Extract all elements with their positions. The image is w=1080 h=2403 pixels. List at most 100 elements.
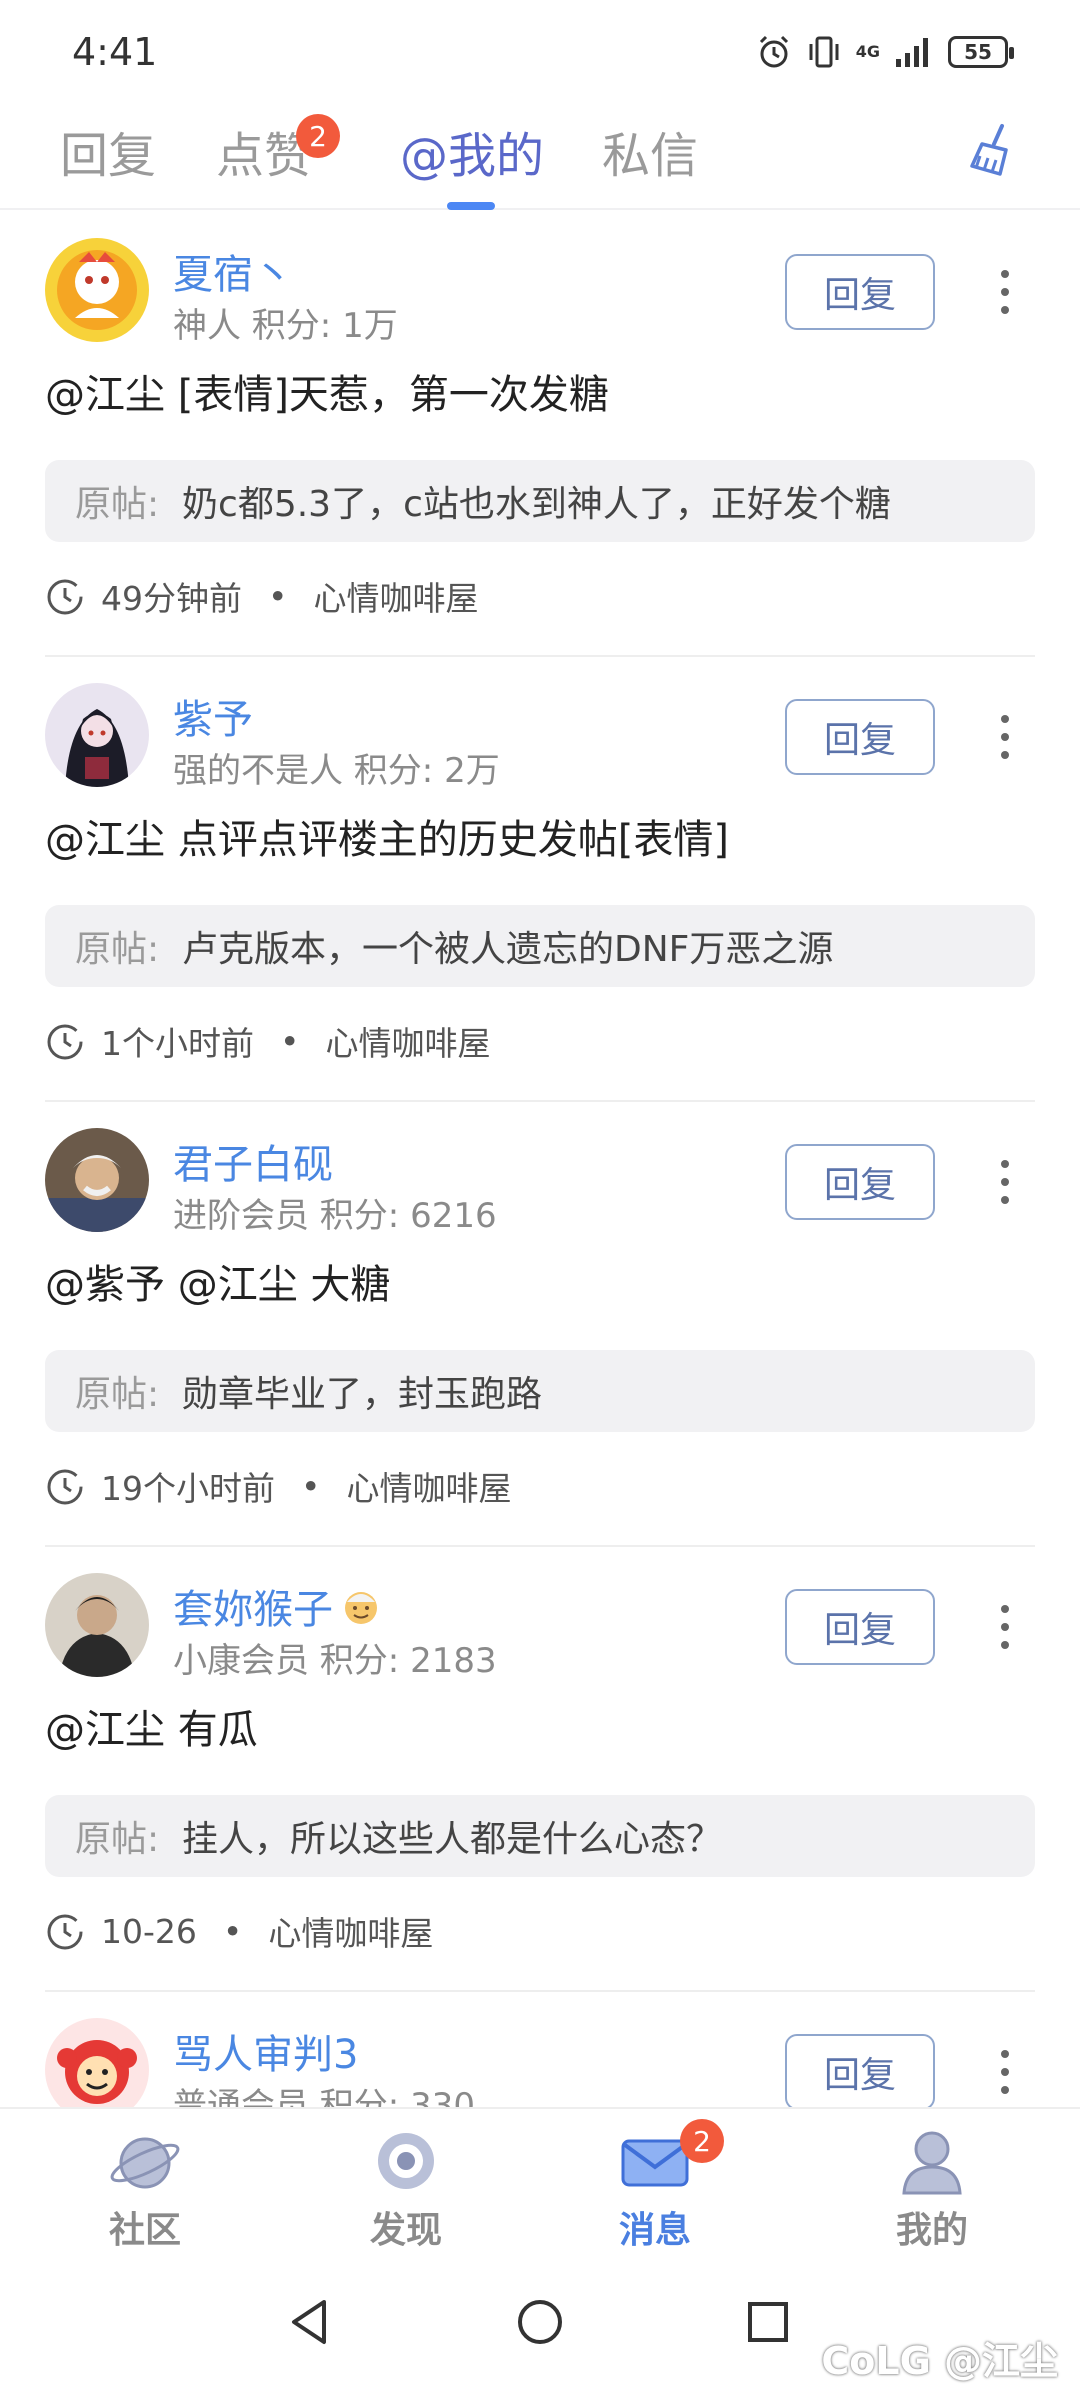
clock-icon <box>47 579 83 615</box>
more-options-icon[interactable] <box>985 254 1025 330</box>
list-item[interactable]: 君子白砚 进阶会员 积分: 6216 回复 @紫予 @江尘 大糖 原帖: 勋章毕… <box>45 1102 1035 1547</box>
nav-profile-label: 我的 <box>895 2210 968 2251</box>
battery-icon: 55 <box>948 36 1014 68</box>
status-icons: 4G 55 <box>756 30 1014 74</box>
user-level: 神人 积分: 1万 <box>173 306 398 346</box>
network-type-label: 4G <box>855 42 880 61</box>
nav-profile[interactable]: 我的 <box>862 2127 1002 2253</box>
avatar[interactable] <box>45 238 149 342</box>
nav-community-label: 社区 <box>108 2210 181 2251</box>
planet-icon <box>110 2137 180 2189</box>
original-post-label: 原帖: <box>75 929 160 970</box>
more-options-icon[interactable] <box>985 1144 1025 1220</box>
avatar[interactable] <box>45 2018 149 2107</box>
original-post-title: 卢克版本，一个被人遗忘的DNF万恶之源 <box>182 929 834 970</box>
clear-all-icon[interactable] <box>964 120 1024 180</box>
profile-icon <box>902 2131 962 2195</box>
original-post[interactable]: 原帖: 卢克版本，一个被人遗忘的DNF万恶之源 <box>45 905 1035 987</box>
original-post-label: 原帖: <box>75 1374 160 1415</box>
original-post[interactable]: 原帖: 奶c都5.3了，c站也水到神人了，正好发个糖 <box>45 460 1035 542</box>
messages-badge: 2 <box>680 2119 724 2163</box>
reply-button[interactable]: 回复 <box>785 254 935 330</box>
vibrate-icon <box>809 36 839 68</box>
user-level: 普通会员 积分: 330 <box>173 2086 475 2107</box>
separator-dot: • <box>222 1911 243 1951</box>
nav-discover-label: 发现 <box>369 2210 442 2251</box>
post-time: 19个小时前 <box>101 1469 275 1508</box>
active-tab-indicator <box>447 202 495 210</box>
watermark: CoLG @江尘 <box>821 2339 1058 2383</box>
avatar[interactable] <box>45 1573 149 1677</box>
username[interactable]: 君子白砚 <box>173 1132 333 1190</box>
username[interactable]: 套妳猴子 <box>173 1577 383 1635</box>
mention-content: @紫予 @江尘 大糖 <box>45 1262 391 1308</box>
separator-dot: • <box>268 576 288 616</box>
nav-community[interactable]: 社区 <box>75 2127 215 2253</box>
reply-button[interactable]: 回复 <box>785 1589 935 1665</box>
more-options-icon[interactable] <box>985 2034 1025 2107</box>
signal-icon <box>896 38 928 67</box>
separator-dot: • <box>280 1021 300 1061</box>
mention-content: @江尘 点评点评楼主的历史发帖[表情] <box>45 817 729 863</box>
recents-icon[interactable] <box>738 2292 798 2352</box>
mention-content: @江尘 有瓜 <box>45 1707 258 1753</box>
mention-list: 夏宿丶 神人 积分: 1万 回复 @江尘 [表情]天惹，第一次发糖 原帖: 奶c… <box>0 212 1080 2107</box>
forum-name[interactable]: 心情咖啡屋 <box>325 1017 490 1065</box>
avatar[interactable] <box>45 683 149 787</box>
clock-icon <box>47 1469 83 1505</box>
item-meta: 19个小时前 • 心情咖啡屋 <box>45 1462 511 1510</box>
list-item[interactable]: 夏宿丶 神人 积分: 1万 回复 @江尘 [表情]天惹，第一次发糖 原帖: 奶c… <box>45 212 1035 657</box>
user-badge-icon <box>345 1592 377 1624</box>
original-post-title: 挂人，所以这些人都是什么心态？ <box>182 1819 723 1860</box>
post-time: 49分钟前 <box>101 579 242 618</box>
original-post-label: 原帖: <box>75 1819 160 1860</box>
forum-name[interactable]: 心情咖啡屋 <box>313 572 478 620</box>
list-item[interactable]: 紫予 强的不是人 积分: 2万 回复 @江尘 点评点评楼主的历史发帖[表情] 原… <box>45 657 1035 1102</box>
list-item[interactable]: 套妳猴子 小康会员 积分: 2183 回复 @江尘 有瓜 原帖: 挂人，所以这些… <box>45 1547 1035 1992</box>
item-meta: 1个小时前 • 心情咖啡屋 <box>45 1017 490 1065</box>
clock-icon <box>47 1914 83 1950</box>
username[interactable]: 夏宿丶 <box>173 242 293 300</box>
forum-name[interactable]: 心情咖啡屋 <box>268 1907 433 1955</box>
clock-icon <box>47 1024 83 1060</box>
nav-discover[interactable]: 发现 <box>336 2127 476 2253</box>
username[interactable]: 骂人审判3 <box>173 2022 358 2080</box>
original-post-label: 原帖: <box>75 484 160 525</box>
reply-button[interactable]: 回复 <box>785 699 935 775</box>
nav-messages-label: 消息 <box>618 2210 691 2251</box>
status-bar: 4:41 4G 55 <box>0 0 1080 100</box>
discover-icon <box>378 2133 434 2189</box>
avatar[interactable] <box>45 1128 149 1232</box>
home-icon[interactable] <box>510 2292 570 2352</box>
reply-button[interactable]: 回复 <box>785 1144 935 1220</box>
bottom-navigation: 社区 发现 2 消息 我的 <box>0 2107 1080 2251</box>
more-options-icon[interactable] <box>985 1589 1025 1665</box>
alarm-icon <box>759 35 788 68</box>
original-post-title: 奶c都5.3了，c站也水到神人了，正好发个糖 <box>182 484 891 525</box>
message-tabs: 回复 点赞 2 @我的 私信 <box>0 100 1080 210</box>
tab-reply[interactable]: 回复 <box>60 116 156 186</box>
tab-private-messages[interactable]: 私信 <box>602 116 698 186</box>
post-time: 10-26 <box>101 1911 197 1951</box>
original-post[interactable]: 原帖: 挂人，所以这些人都是什么心态？ <box>45 1795 1035 1877</box>
reply-button[interactable]: 回复 <box>785 2034 935 2107</box>
forum-name[interactable]: 心情咖啡屋 <box>346 1462 511 1510</box>
user-level: 进阶会员 积分: 6216 <box>173 1196 497 1236</box>
original-post-title: 勋章毕业了，封玉跑路 <box>182 1374 543 1415</box>
original-post[interactable]: 原帖: 勋章毕业了，封玉跑路 <box>45 1350 1035 1432</box>
more-options-icon[interactable] <box>985 699 1025 775</box>
likes-badge: 2 <box>296 114 340 158</box>
back-icon[interactable] <box>280 2292 340 2352</box>
post-time: 1个小时前 <box>101 1024 254 1063</box>
user-level: 小康会员 积分: 2183 <box>173 1641 497 1681</box>
user-level: 强的不是人 积分: 2万 <box>173 751 500 791</box>
username[interactable]: 紫予 <box>173 687 253 745</box>
system-navigation-bar: CoLG @江尘 <box>0 2250 1080 2403</box>
item-meta: 49分钟前 • 心情咖啡屋 <box>45 572 478 620</box>
item-meta: 10-26 • 心情咖啡屋 <box>45 1907 433 1955</box>
battery-level: 55 <box>964 40 992 64</box>
list-item[interactable]: 骂人审判3 普通会员 积分: 330 回复 <box>45 1992 1035 2107</box>
separator-dot: • <box>301 1466 321 1506</box>
mention-content: @江尘 [表情]天惹，第一次发糖 <box>45 372 609 418</box>
tab-mentions[interactable]: @我的 <box>400 116 544 186</box>
